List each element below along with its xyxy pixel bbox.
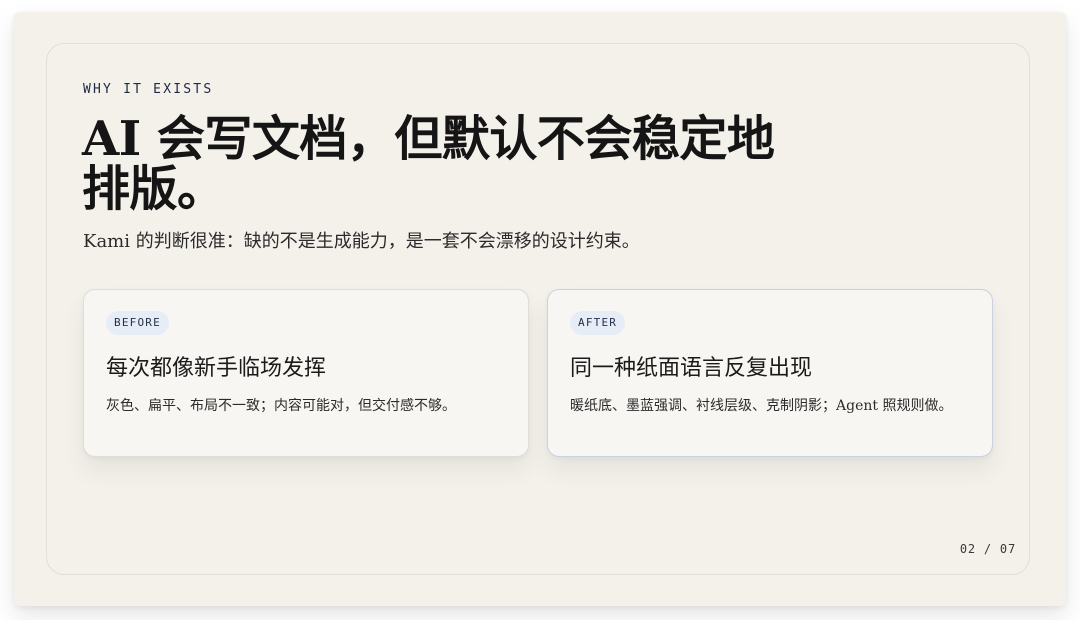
after-card: AFTER 同一种纸面语言反复出现 暖纸底、墨蓝强调、衬线层级、克制阴影；Age… — [547, 289, 993, 457]
after-title: 同一种纸面语言反复出现 — [570, 356, 813, 381]
before-card: BEFORE 每次都像新手临场发挥 灰色、扁平、布局不一致；内容可能对，但交付感… — [83, 289, 529, 457]
before-title: 每次都像新手临场发挥 — [106, 356, 327, 381]
after-description: 暖纸底、墨蓝强调、衬线层级、克制阴影；Agent 照规则做。 — [570, 398, 953, 414]
subtitle: Kami 的判断很准：缺的不是生成能力，是一套不会漂移的设计约束。 — [83, 231, 640, 252]
page-title: AI 会写文档，但默认不会稳定地排版。 — [82, 111, 775, 217]
eyebrow-label: WHY IT EXISTS — [83, 82, 214, 97]
before-badge: BEFORE — [106, 311, 169, 335]
page-indicator: 02 / 07 — [959, 542, 1016, 556]
before-description: 灰色、扁平、布局不一致；内容可能对，但交付感不够。 — [106, 398, 456, 414]
slide: WHY IT EXISTS AI 会写文档，但默认不会稳定地排版。 Kami 的… — [14, 12, 1066, 606]
after-badge: AFTER — [570, 311, 626, 335]
